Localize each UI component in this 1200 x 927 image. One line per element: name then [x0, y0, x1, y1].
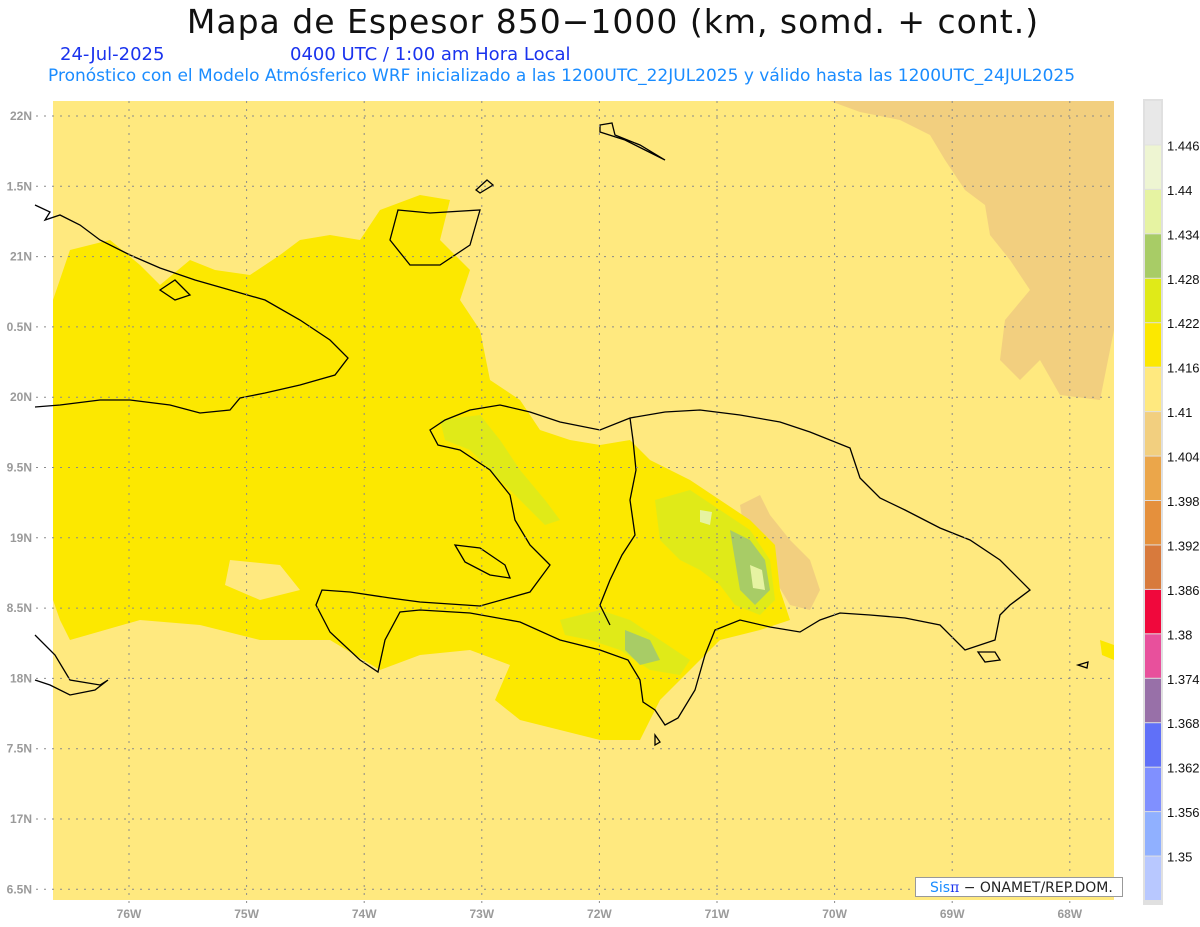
- colorbar-swatch: [1145, 412, 1161, 456]
- colorbar-swatch: [1145, 145, 1161, 189]
- lat-label: 18N: [10, 671, 32, 685]
- colorbar-swatch: [1145, 678, 1161, 723]
- colorbar-label: 1.35: [1167, 850, 1192, 865]
- colorbar-swatch: [1145, 101, 1161, 145]
- colorbar-swatch: [1145, 367, 1161, 412]
- colorbar-swatch: [1145, 812, 1161, 856]
- lat-label: 21N: [10, 250, 32, 264]
- colorbar-label: 1.356: [1167, 805, 1200, 820]
- colorbar-label: 1.362: [1167, 761, 1200, 776]
- colorbar-label: 1.434: [1167, 227, 1200, 242]
- lat-label: 8.5N: [7, 601, 32, 615]
- lat-label: 6.5N: [7, 882, 32, 896]
- colorbar-swatch: [1145, 767, 1161, 812]
- lon-label: 69W: [940, 907, 965, 921]
- lat-label: 7.5N: [7, 742, 32, 756]
- colorbar-swatch: [1145, 501, 1161, 545]
- lon-label: 75W: [234, 907, 259, 921]
- lat-label: 1.5N: [7, 179, 32, 193]
- colorbar-label: 1.392: [1167, 538, 1200, 553]
- colorbar-label: 1.428: [1167, 272, 1200, 287]
- colorbar-label: 1.422: [1167, 316, 1200, 331]
- lon-label: 74W: [352, 907, 377, 921]
- colorbar-label: 1.374: [1167, 672, 1200, 687]
- colorbar-label: 1.404: [1167, 450, 1200, 465]
- map-plot-area: [53, 101, 1114, 900]
- colorbar-label: 1.416: [1167, 361, 1200, 376]
- lat-label: 17N: [10, 812, 32, 826]
- lon-label: 76W: [117, 907, 142, 921]
- colorbar-label: 1.44: [1167, 183, 1192, 198]
- lon-label: 70W: [822, 907, 847, 921]
- colorbar-swatch: [1145, 234, 1161, 278]
- colorbar-swatch: [1145, 856, 1161, 900]
- lat-label: 22N: [10, 109, 32, 123]
- colorbar-swatch: [1145, 278, 1161, 323]
- thickness-map: 22N 1.5N 21N 0.5N 20N 9.5N 19N 8.5N 18N 7.5N 17N 6.…: [7, 99, 1200, 921]
- colorbar-swatch: [1145, 323, 1161, 367]
- colorbar-label: 1.446: [1167, 138, 1200, 153]
- lon-label: 71W: [705, 907, 730, 921]
- lat-label: 19N: [10, 531, 32, 545]
- credit-sis: Sis: [930, 880, 951, 896]
- lon-label: 68W: [1057, 907, 1082, 921]
- lat-label: 20N: [10, 390, 32, 404]
- colorbar-swatch: [1145, 189, 1161, 234]
- colorbar-label: 1.398: [1167, 494, 1200, 509]
- colorbar-label: 1.368: [1167, 716, 1200, 731]
- colorbar-swatch: [1145, 589, 1161, 634]
- colorbar-swatch: [1145, 634, 1161, 678]
- lon-label: 73W: [469, 907, 494, 921]
- lat-label: 9.5N: [7, 461, 32, 475]
- pi-logo: π: [950, 880, 960, 896]
- lat-label: 0.5N: [7, 320, 32, 334]
- lon-labels: 76W 75W 74W 73W 72W 71W 70W 69W 68W: [117, 907, 1083, 921]
- colorbar-swatch: [1145, 456, 1161, 500]
- colorbar-label: 1.38: [1167, 627, 1192, 642]
- colorbar-swatch: [1145, 723, 1161, 767]
- lat-labels: 22N 1.5N 21N 0.5N 20N 9.5N 19N 8.5N 18N 7.5N 17N 6.…: [7, 109, 32, 896]
- credit-box: Sisπ − ONAMET/REP.DOM.: [915, 877, 1123, 897]
- colorbar-swatch: [1145, 545, 1161, 589]
- lon-label: 72W: [587, 907, 612, 921]
- colorbar-label: 1.41: [1167, 405, 1192, 420]
- colorbar-label: 1.386: [1167, 583, 1200, 598]
- credit-text: − ONAMET/REP.DOM.: [959, 880, 1113, 896]
